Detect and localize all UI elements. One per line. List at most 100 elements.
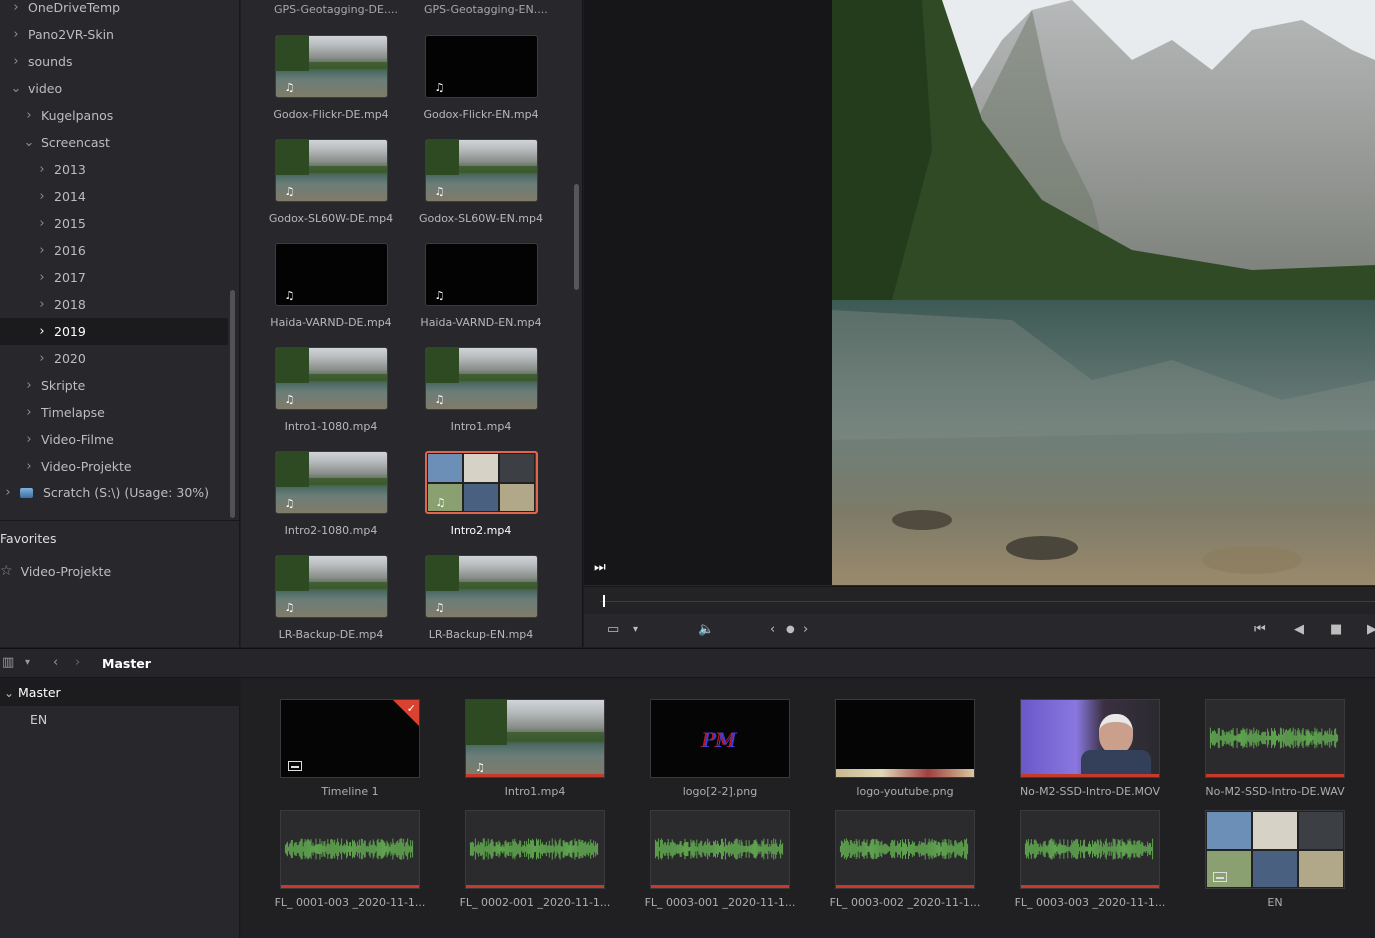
pool-clip[interactable]: ✓ Timeline 1: [270, 699, 430, 798]
file-thumbnail[interactable]: ♫: [274, 555, 388, 618]
file-thumbnail[interactable]: ♫: [274, 347, 388, 410]
tree-item[interactable]: › 2020: [0, 345, 228, 372]
tree-item[interactable]: › 2019: [0, 318, 228, 345]
chevron-down-icon[interactable]: ⌄: [0, 686, 18, 700]
file-tile[interactable]: ♫ Godox-Flickr-DE.mp4: [261, 35, 401, 121]
clip-thumbnail[interactable]: [1205, 810, 1345, 889]
file-thumbnail[interactable]: ♫: [274, 243, 388, 306]
clip-thumbnail[interactable]: [835, 810, 975, 889]
file-thumbnail[interactable]: ♫: [424, 35, 538, 98]
tree-item[interactable]: › Video-Filme: [0, 426, 228, 453]
chevron-right-icon[interactable]: ›: [36, 189, 48, 204]
pool-clip[interactable]: ♫ Intro1.mp4: [455, 699, 615, 798]
pool-clip[interactable]: logo-youtube.png: [825, 699, 985, 798]
pool-clip[interactable]: EN: [1195, 810, 1355, 909]
clip-thumbnail[interactable]: [650, 810, 790, 889]
scrubber-track[interactable]: [600, 601, 1375, 602]
file-tile[interactable]: ♫ Godox-SL60W-DE.mp4: [261, 139, 401, 225]
next-clip-icon[interactable]: ›: [803, 622, 808, 637]
chevron-right-icon[interactable]: ›: [36, 216, 48, 231]
file-thumbnail[interactable]: ♫: [424, 347, 538, 410]
viewer-mode-icon[interactable]: ▭: [607, 622, 619, 637]
chevron-right-icon[interactable]: ›: [36, 351, 48, 366]
stop-icon[interactable]: ■: [1330, 622, 1342, 637]
file-thumbnail[interactable]: ♫: [274, 139, 388, 202]
play-reverse-icon[interactable]: ◀: [1294, 622, 1304, 637]
file-tile[interactable]: ♫ Intro1-1080.mp4: [261, 347, 401, 433]
pool-clip[interactable]: No-M2-SSD-Intro-DE.WAV: [1195, 699, 1355, 798]
pool-clip[interactable]: FL_ 0003-003 _2020-11-1...: [1010, 810, 1170, 909]
pool-clip[interactable]: FL_ 0002-001 _2020-11-1...: [455, 810, 615, 909]
tree-item[interactable]: › Skripte: [0, 372, 228, 399]
chevron-right-icon[interactable]: ›: [23, 378, 35, 393]
skip-to-end-icon[interactable]: ⏭: [594, 560, 606, 575]
tree-item[interactable]: › Kugelpanos: [0, 102, 228, 129]
file-thumbnail[interactable]: ♫: [274, 35, 388, 98]
chevron-right-icon[interactable]: ›: [23, 432, 35, 447]
dot-icon[interactable]: ●: [786, 624, 795, 635]
tree-item[interactable]: ⌄ Screencast: [0, 129, 228, 156]
browser-scrollbar[interactable]: [574, 184, 579, 290]
clip-thumbnail[interactable]: ✓: [280, 699, 420, 778]
file-tile[interactable]: ♫ LR-Backup-DE.mp4: [261, 555, 401, 641]
tree-item[interactable]: › 2015: [0, 210, 228, 237]
clip-thumbnail[interactable]: [280, 810, 420, 889]
chevron-right-icon[interactable]: ›: [36, 243, 48, 258]
chevron-right-icon[interactable]: ›: [36, 162, 48, 177]
volume-icon[interactable]: 🔈: [698, 622, 714, 637]
file-tile[interactable]: ♫ Godox-Flickr-EN.mp4: [411, 35, 551, 121]
chevron-down-icon[interactable]: ▾: [633, 624, 638, 635]
prev-clip-icon[interactable]: ‹: [770, 622, 775, 637]
chevron-right-icon[interactable]: ›: [36, 270, 48, 285]
bin-item[interactable]: EN: [0, 706, 240, 733]
bin-item[interactable]: ⌄ Master: [0, 679, 240, 706]
pool-clip[interactable]: PM logo[2-2].png: [640, 699, 800, 798]
scratch-drive[interactable]: › Scratch (S:\) (Usage: 30%): [0, 479, 228, 506]
chevron-right-icon[interactable]: ›: [23, 108, 35, 123]
file-thumbnail[interactable]: ♫: [274, 451, 388, 514]
scrubber[interactable]: [584, 586, 1375, 614]
file-tile[interactable]: ♫ Intro2.mp4: [411, 451, 551, 537]
chevron-right-icon[interactable]: ›: [23, 405, 35, 420]
pool-clip[interactable]: FL_ 0001-003 _2020-11-1...: [270, 810, 430, 909]
file-thumbnail[interactable]: ♫: [424, 451, 538, 514]
tree-item[interactable]: › 2014: [0, 183, 228, 210]
pool-clip[interactable]: No-M2-SSD-Intro-DE.MOV: [1010, 699, 1170, 798]
chevron-right-icon[interactable]: ›: [10, 54, 22, 69]
chevron-right-icon[interactable]: ›: [2, 485, 14, 500]
tree-item[interactable]: › sounds: [0, 48, 228, 75]
pool-clip[interactable]: FL_ 0003-001 _2020-11-1...: [640, 810, 800, 909]
chevron-right-icon[interactable]: ›: [36, 297, 48, 312]
chevron-down-icon[interactable]: ⌄: [23, 135, 35, 150]
first-frame-icon[interactable]: ⏮: [1254, 622, 1266, 637]
file-thumbnail[interactable]: ♫: [424, 555, 538, 618]
tree-item[interactable]: › Timelapse: [0, 399, 228, 426]
tree-item[interactable]: ⌄ video: [0, 75, 228, 102]
panel-toggle-icon[interactable]: ▥: [2, 655, 14, 670]
chevron-right-icon[interactable]: ›: [10, 0, 22, 15]
favorite-item[interactable]: ☆ Video-Projekte: [0, 563, 111, 579]
tree-item[interactable]: › OneDriveTemp: [0, 0, 228, 21]
tree-item[interactable]: › Pano2VR-Skin: [0, 21, 228, 48]
play-icon[interactable]: ▶: [1367, 622, 1375, 637]
tree-item[interactable]: › 2013: [0, 156, 228, 183]
file-thumbnail[interactable]: ♫: [424, 139, 538, 202]
chevron-down-icon[interactable]: ⌄: [10, 81, 22, 96]
file-tile[interactable]: ♫ Intro2-1080.mp4: [261, 451, 401, 537]
chevron-right-icon[interactable]: ›: [23, 459, 35, 474]
tree-scrollbar[interactable]: [230, 290, 235, 518]
clip-thumbnail[interactable]: PM: [650, 699, 790, 778]
file-tile[interactable]: ♫ LR-Backup-EN.mp4: [411, 555, 551, 641]
tree-item[interactable]: › 2018: [0, 291, 228, 318]
chevron-right-icon[interactable]: ›: [10, 27, 22, 42]
tree-item[interactable]: › 2017: [0, 264, 228, 291]
chevron-right-icon[interactable]: ›: [36, 324, 48, 339]
tree-item[interactable]: › Video-Projekte: [0, 453, 228, 480]
playhead[interactable]: [603, 595, 605, 607]
clip-thumbnail[interactable]: [835, 699, 975, 778]
tree-item[interactable]: › 2016: [0, 237, 228, 264]
forward-icon[interactable]: ›: [75, 655, 80, 670]
clip-thumbnail[interactable]: [465, 810, 605, 889]
clip-thumbnail[interactable]: [1205, 699, 1345, 778]
back-icon[interactable]: ‹: [53, 655, 58, 670]
